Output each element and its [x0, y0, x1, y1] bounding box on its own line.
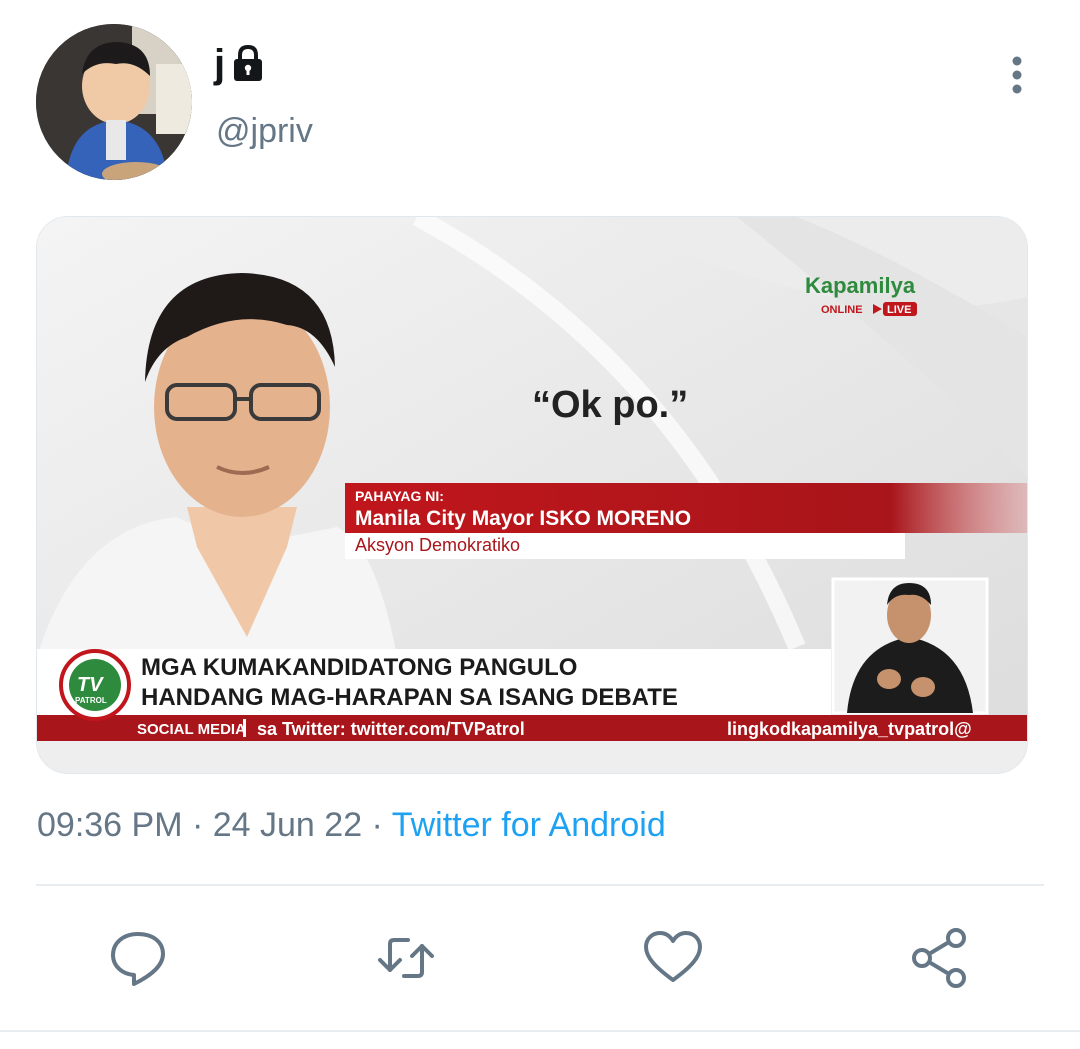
news-ticker: SOCIAL MEDIA sa Twitter: twitter.com/TVP…: [37, 715, 1027, 773]
sign-language-inset: [831, 577, 989, 715]
ticker-twitter: sa Twitter: twitter.com/TVPatrol: [257, 719, 525, 739]
user-name-row[interactable]: j: [214, 40, 265, 88]
broadcast-frame: Kapamilya ONLINE LIVE “Ok po.” PAHAYAG N…: [37, 217, 1027, 773]
logo-sub-text: PATROL: [75, 696, 107, 705]
brand-sub-text: ONLINE: [821, 304, 863, 316]
caption-label: PAHAYAG NI:: [355, 488, 444, 504]
user-handle[interactable]: @jpriv: [216, 112, 313, 151]
ticker-instagram: lingkodkapamilya_tvpatrol@: [727, 719, 972, 739]
meta-separator: ·: [362, 806, 392, 844]
headline-line2: HANDANG MAG-HARAPAN SA ISANG DEBATE: [141, 684, 678, 711]
display-name[interactable]: j: [214, 40, 225, 88]
tv-patrol-logo: TV PATROL: [59, 649, 131, 721]
retweet-button[interactable]: [374, 926, 438, 990]
lock-icon: [234, 44, 263, 81]
reply-button[interactable]: [106, 926, 170, 990]
avatar[interactable]: [36, 24, 192, 180]
news-headline: MGA KUMAKANDIDATONG PANGULO HANDANG MAG-…: [37, 649, 831, 715]
brand-text: Kapamilya: [805, 273, 916, 298]
share-icon: [912, 928, 966, 988]
more-vertical-icon[interactable]: [1000, 54, 1034, 98]
meta-separator: ·: [182, 806, 213, 844]
heart-icon: [644, 931, 702, 982]
divider: [36, 884, 1044, 886]
reply-icon: [111, 932, 165, 986]
tweet-media-image[interactable]: Kapamilya ONLINE LIVE “Ok po.” PAHAYAG N…: [36, 216, 1028, 774]
ticker-label: SOCIAL MEDIA: [137, 721, 246, 738]
avatar-image: [36, 24, 192, 180]
tweet-meta: 09:36 PM · 24 Jun 22 · Twitter for Andro…: [37, 806, 666, 845]
tweet-date: 24 Jun 22: [212, 806, 363, 844]
logo-text: TV: [77, 674, 104, 696]
tweet-time: 09:36 PM: [37, 806, 183, 844]
kapamilya-logo: Kapamilya ONLINE LIVE: [805, 273, 917, 316]
share-button[interactable]: [908, 926, 972, 990]
tweet-source-link[interactable]: Twitter for Android: [392, 806, 666, 844]
caption-name: Manila City Mayor ISKO MORENO: [355, 507, 691, 530]
quote-text: “Ok po.”: [532, 384, 688, 426]
caption-party: Aksyon Demokratiko: [355, 535, 520, 555]
headline-line1: MGA KUMAKANDIDATONG PANGULO: [141, 654, 577, 681]
bottom-divider: [0, 1030, 1080, 1032]
retweet-icon: [378, 938, 434, 978]
like-button[interactable]: [641, 926, 705, 990]
live-badge: LIVE: [887, 304, 911, 316]
